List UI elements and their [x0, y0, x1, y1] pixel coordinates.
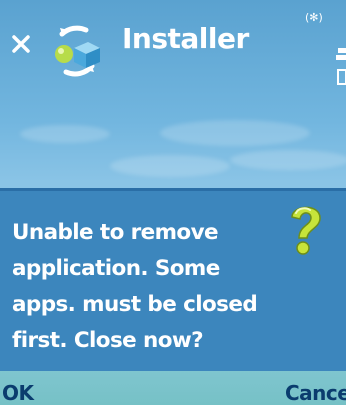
bluetooth-status-indicator: (✻): [305, 11, 323, 24]
cancel-button[interactable]: Cancel: [285, 381, 346, 405]
confirmation-dialog: Unable to remove application. Some apps.…: [0, 188, 346, 371]
screen: Installer (✻) Unable to remove applicati…: [0, 0, 346, 405]
dialog-message-line: Unable to remove: [12, 220, 219, 245]
installer-icon: [48, 22, 104, 80]
background-cloud: [110, 155, 230, 177]
background-cloud: [160, 120, 310, 146]
dialog-message: Unable to remove application. Some apps.…: [12, 215, 292, 359]
background-cloud: [20, 125, 110, 143]
background-cloud: [230, 150, 346, 170]
dialog-message-line: apps. must be closed: [12, 292, 258, 317]
dialog-message-line: application. Some: [12, 256, 220, 281]
question-icon: [282, 201, 328, 259]
close-icon[interactable]: [10, 33, 32, 55]
battery-icon: [336, 46, 346, 86]
ok-button[interactable]: OK: [2, 381, 34, 405]
page-title: Installer: [122, 22, 249, 55]
softkey-bar: OK Cancel: [0, 371, 346, 405]
dialog-message-line: first. Close now?: [12, 328, 204, 353]
